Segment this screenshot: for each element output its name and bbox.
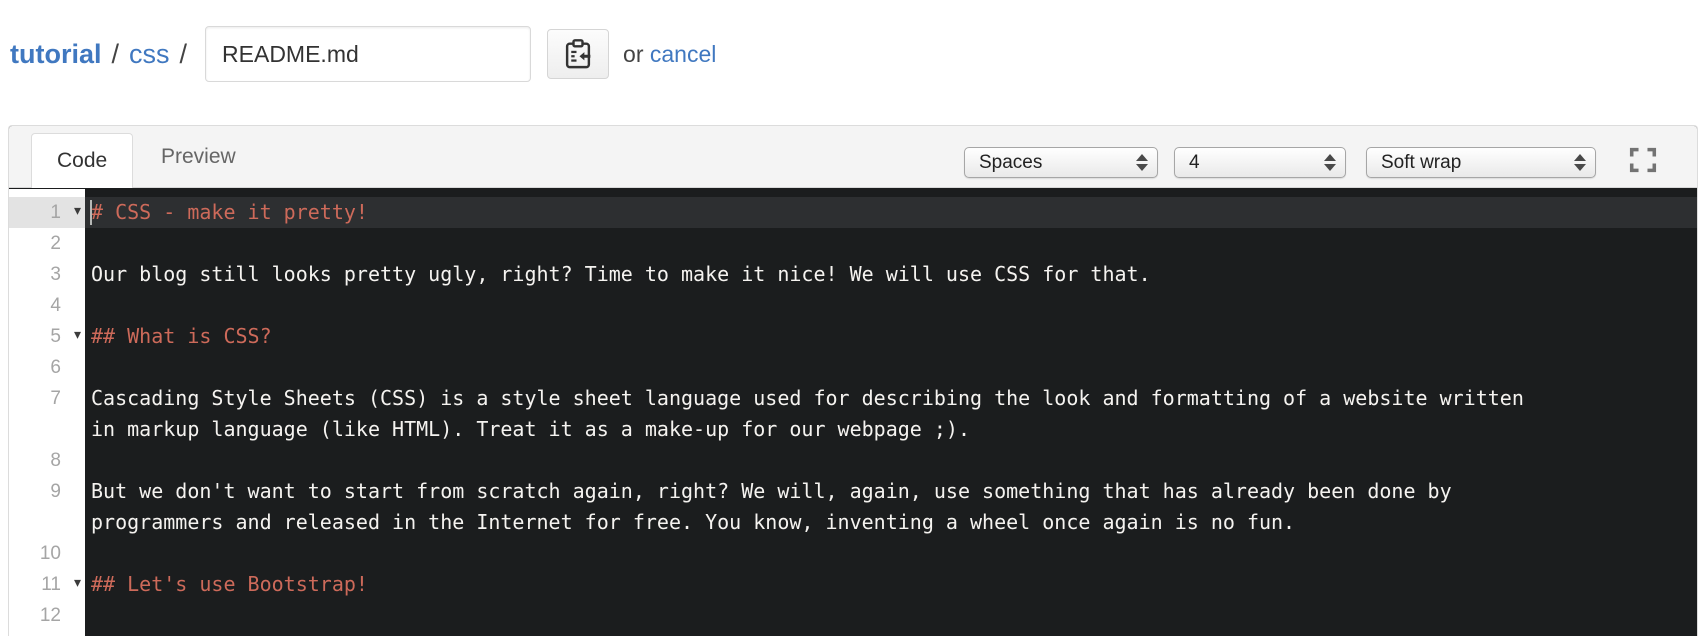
fullscreen-button[interactable] bbox=[1623, 142, 1663, 178]
file-header: tutorial / css / or cancel bbox=[10, 24, 716, 84]
editor-line[interactable]: 6 bbox=[9, 352, 1697, 383]
editor-line[interactable]: 12 bbox=[9, 600, 1697, 631]
code-line-text: ## What is CSS? bbox=[91, 324, 272, 348]
code-cell[interactable] bbox=[85, 600, 1697, 631]
code-line-text: Cascading Style Sheets (CSS) is a style … bbox=[91, 386, 1536, 441]
line-number[interactable]: 12 bbox=[9, 600, 85, 631]
fold-arrow-icon[interactable]: ▾ bbox=[74, 196, 81, 227]
select-stepper-icon bbox=[1324, 154, 1336, 171]
text-cursor bbox=[90, 200, 92, 225]
code-cell[interactable]: But we don't want to start from scratch … bbox=[85, 476, 1697, 538]
code-cell[interactable]: Our blog still looks pretty ugly, right?… bbox=[85, 259, 1697, 290]
line-number[interactable]: 6 bbox=[9, 352, 85, 383]
editor-line[interactable]: 11 ▾ ## Let's use Bootstrap! bbox=[9, 569, 1697, 600]
editor-line[interactable]: 2 bbox=[9, 228, 1697, 259]
tab-code[interactable]: Code bbox=[31, 133, 134, 188]
fold-arrow-icon[interactable]: ▾ bbox=[74, 320, 81, 351]
indent-size-value: 4 bbox=[1189, 151, 1200, 173]
line-number[interactable]: 4 bbox=[9, 290, 85, 321]
file-action-button[interactable] bbox=[547, 29, 610, 79]
wrap-mode-select[interactable]: Soft wrap bbox=[1366, 147, 1596, 178]
fold-arrow-icon[interactable]: ▾ bbox=[74, 568, 81, 599]
filename-input[interactable] bbox=[205, 26, 532, 82]
select-stepper-icon bbox=[1136, 154, 1148, 171]
code-cell[interactable] bbox=[85, 538, 1697, 569]
clipboard-arrow-icon bbox=[563, 37, 593, 71]
or-text: or bbox=[623, 40, 644, 67]
editor-line[interactable]: 4 bbox=[9, 290, 1697, 321]
indent-mode-value: Spaces bbox=[979, 151, 1043, 173]
line-number[interactable]: 8 bbox=[9, 445, 85, 476]
code-cell[interactable] bbox=[85, 631, 1697, 636]
editor-line[interactable]: 7 Cascading Style Sheets (CSS) is a style… bbox=[9, 383, 1697, 445]
editor-line[interactable]: 1 ▾ # CSS - make it pretty! bbox=[9, 197, 1697, 228]
code-cell[interactable]: # CSS - make it pretty! bbox=[85, 197, 1697, 228]
line-number[interactable]: 11 ▾ bbox=[9, 569, 85, 600]
tab-preview[interactable]: Preview bbox=[151, 126, 246, 187]
line-number[interactable]: 10 bbox=[9, 538, 85, 569]
code-cell[interactable]: Cascading Style Sheets (CSS) is a style … bbox=[85, 383, 1697, 445]
line-number[interactable]: 13 bbox=[9, 631, 85, 636]
editor-toolbar: Code Preview Spaces 4 Soft wrap bbox=[9, 126, 1697, 188]
line-number[interactable]: 9 bbox=[9, 476, 85, 538]
breadcrumb-separator: / bbox=[111, 38, 120, 69]
line-number[interactable]: 2 bbox=[9, 228, 85, 259]
code-line-text: # CSS - make it pretty! bbox=[91, 200, 368, 224]
indent-mode-select[interactable]: Spaces bbox=[964, 147, 1158, 178]
breadcrumb-repo-link[interactable]: tutorial bbox=[10, 39, 102, 70]
editor-panel: Code Preview Spaces 4 Soft wrap 1 ▾ # CS… bbox=[8, 125, 1698, 636]
breadcrumb-separator: / bbox=[179, 38, 188, 69]
editor-lines: 1 ▾ # CSS - make it pretty! 2 3 Our blog stil… bbox=[9, 197, 1697, 636]
editor-line[interactable]: 10 bbox=[9, 538, 1697, 569]
wrap-mode-value: Soft wrap bbox=[1381, 151, 1462, 173]
code-cell[interactable]: ## What is CSS? bbox=[85, 321, 1697, 352]
line-number[interactable]: 3 bbox=[9, 259, 85, 290]
code-cell[interactable]: ## Let's use Bootstrap! bbox=[85, 569, 1697, 600]
code-cell[interactable] bbox=[85, 445, 1697, 476]
select-stepper-icon bbox=[1574, 154, 1586, 171]
editor-line[interactable]: 8 bbox=[9, 445, 1697, 476]
code-editor[interactable]: 1 ▾ # CSS - make it pretty! 2 3 Our blog stil… bbox=[9, 189, 1697, 636]
or-cancel-text: or cancel bbox=[623, 41, 716, 68]
editor-line[interactable]: 3 Our blog still looks pretty ugly, right… bbox=[9, 259, 1697, 290]
editor-line[interactable]: 5 ▾ ## What is CSS? bbox=[9, 321, 1697, 352]
code-line-text: But we don't want to start from scratch … bbox=[91, 479, 1464, 534]
code-cell[interactable] bbox=[85, 290, 1697, 321]
line-number[interactable]: 5 ▾ bbox=[9, 321, 85, 352]
code-line-text: ## Let's use Bootstrap! bbox=[91, 572, 368, 596]
editor-line[interactable]: 9 But we don't want to start from scratch… bbox=[9, 476, 1697, 538]
screen-full-icon bbox=[1628, 146, 1658, 174]
indent-size-select[interactable]: 4 bbox=[1174, 147, 1346, 178]
code-cell[interactable] bbox=[85, 352, 1697, 383]
code-line-text: Our blog still looks pretty ugly, right?… bbox=[91, 262, 1151, 286]
cancel-link[interactable]: cancel bbox=[650, 41, 716, 67]
breadcrumb-dir-link[interactable]: css bbox=[129, 39, 170, 70]
line-number[interactable]: 7 bbox=[9, 383, 85, 445]
code-cell[interactable] bbox=[85, 228, 1697, 259]
line-number[interactable]: 1 ▾ bbox=[9, 197, 85, 228]
editor-line[interactable]: 13 bbox=[9, 631, 1697, 636]
